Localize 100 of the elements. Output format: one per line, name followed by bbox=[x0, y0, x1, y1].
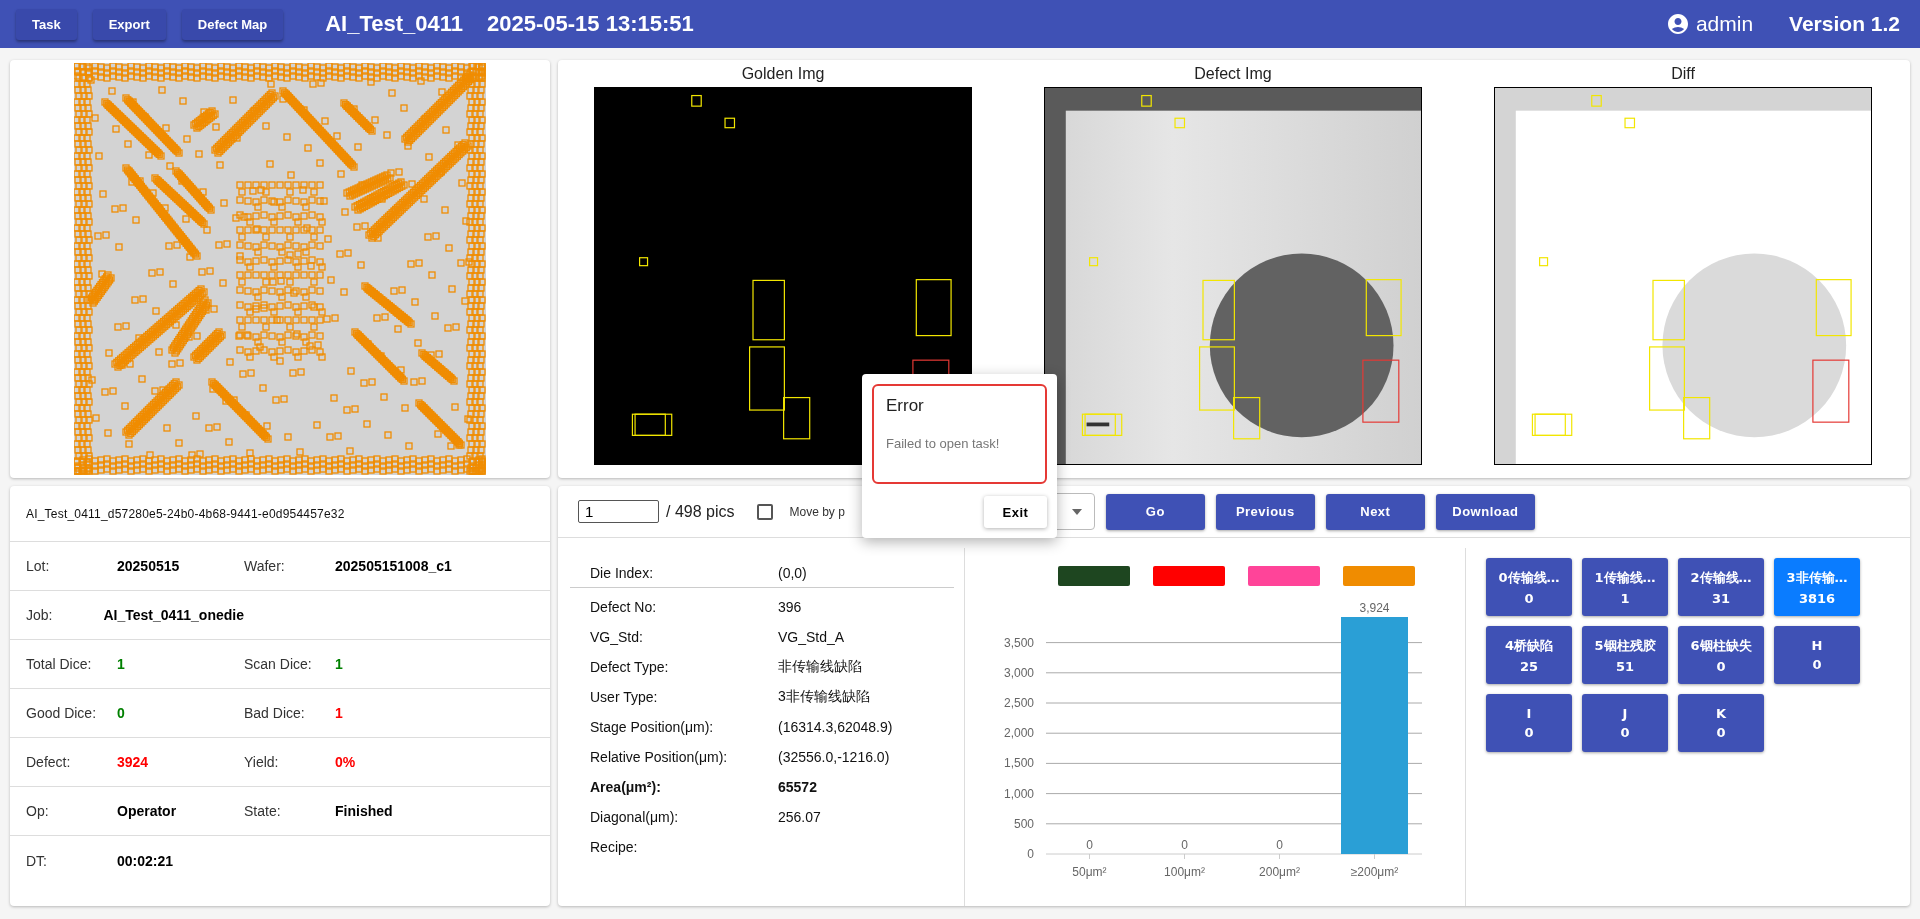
field-value: 20250515 bbox=[117, 558, 180, 574]
field-value: 1 bbox=[117, 656, 125, 672]
class-name: J bbox=[1622, 706, 1628, 721]
defect-class-tile[interactable]: 4桥缺陷 25 bbox=[1486, 626, 1572, 684]
detail-value: 非传输线缺陷 bbox=[778, 658, 862, 676]
class-name: 3非传输… bbox=[1786, 568, 1848, 587]
class-count: 1 bbox=[1620, 590, 1630, 606]
field-label: Lot: bbox=[26, 558, 51, 574]
field-value: Operator bbox=[117, 803, 177, 819]
nav-button[interactable]: Next bbox=[1325, 493, 1425, 530]
defect-class-tile[interactable]: I 0 bbox=[1486, 694, 1572, 752]
class-name: H bbox=[1811, 638, 1823, 653]
class-name: 6铟柱缺失 bbox=[1690, 636, 1752, 655]
field-label: Job: bbox=[26, 607, 54, 623]
field-value: 0 bbox=[117, 705, 125, 721]
class-count: 25 bbox=[1519, 658, 1539, 674]
y-axis-label: 500 bbox=[1013, 816, 1034, 831]
class-count: 0 bbox=[1524, 725, 1534, 740]
field-value: 3924 bbox=[117, 754, 149, 770]
detail-label: Stage Position(μm): bbox=[590, 719, 715, 735]
bar-value-label: 0 bbox=[1276, 838, 1283, 852]
detail-value: 256.07 bbox=[778, 809, 821, 825]
menu-button[interactable]: Defect Map bbox=[181, 8, 284, 40]
detail-value: (0,0) bbox=[778, 564, 807, 581]
field-label: Op: bbox=[26, 803, 50, 819]
detail-label: Relative Position(μm): bbox=[590, 749, 729, 765]
defect-class-tile[interactable]: J 0 bbox=[1582, 694, 1668, 752]
x-axis-label: 50μm² bbox=[1072, 865, 1107, 879]
page-total: / 498 pics bbox=[666, 502, 735, 521]
detail-value: (32556.0,-1216.0) bbox=[778, 749, 890, 765]
defect-class-tile[interactable]: 2传输线… 31 bbox=[1678, 558, 1764, 616]
defect-class-tile[interactable]: 0传输线… 0 bbox=[1486, 558, 1572, 616]
x-axis-label: ≥200μm² bbox=[1350, 865, 1399, 879]
field-value: 0% bbox=[335, 754, 356, 770]
detail-value: (16314.3,62048.9) bbox=[778, 719, 893, 735]
bar-value-label: 0 bbox=[1181, 838, 1188, 852]
class-count: 0 bbox=[1524, 590, 1534, 606]
detail-label: Area(μm²): bbox=[590, 779, 662, 795]
bar-value-label: 3,924 bbox=[1359, 601, 1390, 615]
field-value: Finished bbox=[335, 803, 393, 819]
detail-label: Diagonal(μm): bbox=[590, 809, 680, 825]
field-value: 00:02:21 bbox=[117, 852, 174, 869]
y-axis-label: 2,500 bbox=[1003, 696, 1034, 710]
class-count: 51 bbox=[1615, 658, 1635, 674]
field-value: AI_Test_0411_onedie bbox=[103, 607, 244, 623]
defect-class-tile[interactable]: 1传输线… 1 bbox=[1582, 558, 1668, 616]
nav-button[interactable]: Go bbox=[1105, 493, 1205, 530]
field-label: DT: bbox=[26, 852, 48, 869]
class-count: 0 bbox=[1812, 657, 1822, 672]
y-axis-label: 0 bbox=[1027, 847, 1034, 861]
defect-class-tile[interactable]: K 0 bbox=[1678, 694, 1764, 752]
task-id: AI_Test_0411_d57280e5-24b0-4b68-9441-e0d954457e32 bbox=[26, 506, 345, 521]
class-name: 0传输线… bbox=[1498, 568, 1560, 587]
field-value: 202505151008_c1 bbox=[335, 558, 452, 574]
caret-icon bbox=[1071, 508, 1082, 515]
bar-value-label: 0 bbox=[1086, 838, 1093, 852]
field-label: Yield: bbox=[244, 754, 280, 770]
class-name: 5铟柱残胶 bbox=[1594, 636, 1656, 655]
x-axis-label: 200μm² bbox=[1259, 865, 1300, 879]
detail-label: Recipe: bbox=[590, 839, 639, 855]
timestamp: 2025-05-15 13:15:51 bbox=[487, 11, 694, 37]
image-title: Defect Img bbox=[1194, 65, 1272, 83]
y-axis-label: 3,000 bbox=[1003, 665, 1034, 680]
detail-value: 3非传输线缺陷 bbox=[778, 688, 870, 706]
field-label: Defect: bbox=[26, 754, 72, 770]
detail-value: 396 bbox=[778, 599, 802, 615]
field-label: Good Dice: bbox=[26, 705, 98, 721]
field-label: Total Dice: bbox=[26, 656, 93, 672]
field-label: Scan Dice: bbox=[244, 656, 313, 672]
class-name: 4桥缺陷 bbox=[1504, 636, 1553, 655]
page-input[interactable]: 1 bbox=[578, 500, 659, 523]
detail-label: VG_Std: bbox=[590, 629, 644, 645]
move-checkbox[interactable] bbox=[757, 503, 774, 520]
detail-value: 65572 bbox=[778, 779, 817, 795]
class-count: 31 bbox=[1711, 590, 1731, 606]
defect-class-tile[interactable]: 5铟柱残胶 51 bbox=[1582, 626, 1668, 684]
user-account-icon[interactable] bbox=[1665, 12, 1690, 36]
y-axis-label: 1,000 bbox=[1003, 786, 1034, 801]
y-axis-label: 1,500 bbox=[1003, 756, 1034, 771]
detail-value: VG_Std_A bbox=[778, 629, 845, 645]
image-title: Diff bbox=[1671, 65, 1695, 83]
class-name: I bbox=[1526, 706, 1532, 721]
menu-button[interactable]: Task bbox=[16, 8, 77, 40]
alert-message: Failed to open task! bbox=[886, 436, 1001, 451]
detail-label: Die Index: bbox=[590, 564, 655, 581]
task-name: AI_Test_0411 bbox=[325, 11, 463, 37]
class-count: 0 bbox=[1620, 725, 1630, 740]
version-label: Version 1.2 bbox=[1789, 12, 1900, 36]
nav-button[interactable]: Previous bbox=[1215, 493, 1315, 530]
class-count: 3816 bbox=[1798, 590, 1836, 606]
defect-class-tile[interactable]: 6铟柱缺失 0 bbox=[1678, 626, 1764, 684]
exit-button[interactable]: Exit bbox=[984, 496, 1047, 528]
field-label: Bad Dice: bbox=[244, 705, 306, 721]
detail-label: Defect Type: bbox=[590, 659, 670, 675]
menu-button[interactable]: Export bbox=[92, 8, 166, 40]
detail-label: Defect No: bbox=[590, 599, 658, 615]
defect-class-tile[interactable]: 3非传输… 3816 bbox=[1774, 558, 1860, 616]
field-value: 1 bbox=[335, 705, 343, 721]
defect-class-tile[interactable]: H 0 bbox=[1774, 626, 1860, 684]
nav-button[interactable]: Download bbox=[1435, 493, 1535, 530]
